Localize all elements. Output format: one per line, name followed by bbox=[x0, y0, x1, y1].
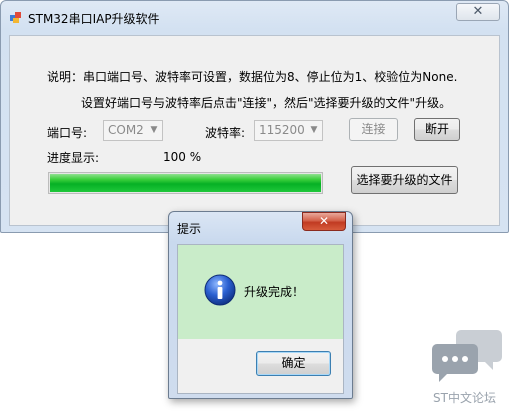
port-select-value: COM2 bbox=[108, 123, 144, 137]
instruction-line-1: 说明：串口端口号、波特率可设置，数据位为8、停止位为1、校验位为None. bbox=[47, 70, 458, 84]
main-client-area: 说明：串口端口号、波特率可设置，数据位为8、停止位为1、校验位为None. 设置… bbox=[9, 35, 500, 226]
close-icon: ✕ bbox=[472, 4, 484, 19]
progress-percent: 100 % bbox=[163, 150, 202, 164]
progress-label: 进度显示: bbox=[47, 151, 100, 165]
select-file-button[interactable]: 选择要升级的文件 bbox=[351, 166, 458, 194]
progress-fill bbox=[50, 174, 321, 192]
dialog-body: 升级完成！ 确定 bbox=[177, 244, 344, 394]
chevron-down-icon: ▼ bbox=[150, 125, 158, 135]
dialog-message-area: 升级完成！ bbox=[178, 245, 343, 339]
baud-select[interactable]: 115200 ▼ bbox=[254, 120, 323, 141]
main-window: STM32串口IAP升级软件 ✕ 说明：串口端口号、波特率可设置，数据位为8、停… bbox=[0, 0, 509, 233]
port-label: 端口号: bbox=[47, 126, 88, 140]
baud-select-value: 115200 bbox=[259, 123, 305, 137]
dialog-message: 升级完成！ bbox=[244, 285, 305, 299]
baud-label: 波特率: bbox=[205, 126, 246, 140]
window-title: STM32串口IAP升级软件 bbox=[28, 12, 160, 26]
message-dialog: 提示 ✕ 升级完成！ 确定 bbox=[168, 211, 353, 399]
disconnect-button[interactable]: 断开 bbox=[414, 118, 460, 141]
dialog-title: 提示 bbox=[177, 222, 202, 236]
chat-bubble-icon bbox=[432, 330, 502, 382]
app-icon bbox=[10, 12, 21, 23]
instruction-line-2: 设置好端口号与波特率后点击"连接"，然后"选择要升级的文件"升级。 bbox=[81, 96, 452, 110]
dialog-close-button[interactable]: ✕ bbox=[302, 212, 346, 231]
info-icon bbox=[204, 274, 236, 306]
connect-button[interactable]: 连接 bbox=[349, 118, 398, 141]
ok-button[interactable]: 确定 bbox=[256, 351, 331, 376]
port-select[interactable]: COM2 ▼ bbox=[103, 120, 163, 141]
chevron-down-icon: ▼ bbox=[310, 125, 318, 135]
close-icon: ✕ bbox=[318, 214, 330, 228]
window-close-button[interactable]: ✕ bbox=[456, 3, 500, 21]
watermark-text: ST中文论坛 bbox=[433, 391, 496, 405]
progress-bar bbox=[48, 172, 323, 194]
